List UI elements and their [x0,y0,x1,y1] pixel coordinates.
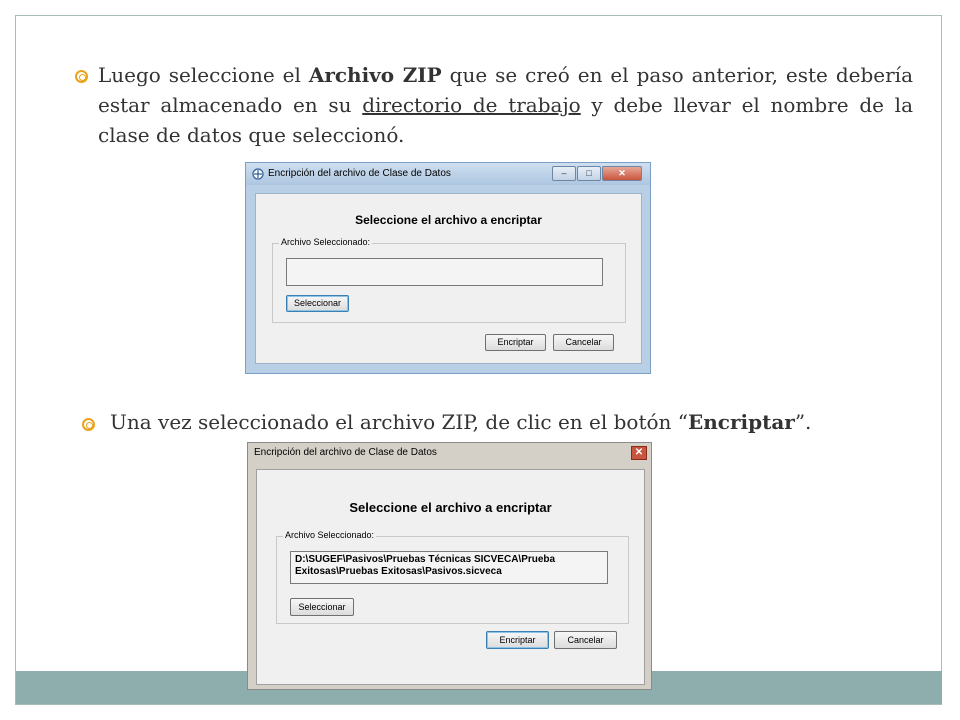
dialog-title: Encripción del archivo de Clase de Datos [268,168,451,179]
dialog-heading: Seleccione el archivo a encriptar [349,500,552,515]
dialog-titlebar: Encripción del archivo de Clase de Datos… [248,443,651,463]
bold-term-encrypt: Encriptar [688,410,795,434]
encrypt-button[interactable]: Encriptar [486,631,549,649]
encryption-dialog-filled: Encripción del archivo de Clase de Datos… [247,442,652,690]
selected-file-field[interactable]: D:\SUGEF\Pasivos\Pruebas Técnicas SICVEC… [290,551,608,584]
dialog-titlebar: Encripción del archivo de Clase de Datos… [246,163,650,185]
dialog-heading: Seleccione el archivo a encriptar [355,213,542,227]
encryption-dialog-empty: Encripción del archivo de Clase de Datos… [245,162,651,374]
bullet-icon [82,418,95,431]
dialog-client-area: Seleccione el archivo a encriptar Archiv… [255,193,642,364]
cancel-button[interactable]: Cancelar [553,334,614,351]
instruction-paragraph-2: Una vez seleccionado el archivo ZIP, de … [110,407,811,437]
bullet-icon [75,70,88,83]
maximize-button[interactable]: □ [577,166,601,181]
group-label: Archivo Seleccionado: [279,237,373,247]
select-button[interactable]: Seleccionar [290,598,354,616]
close-button[interactable]: ✕ [602,166,642,181]
selected-file-field[interactable] [286,258,603,286]
dialog-client-area: Seleccione el archivo a encriptar Archiv… [256,469,645,685]
app-icon [252,168,264,180]
text-segment: Una vez seleccionado el archivo ZIP, de … [110,410,688,434]
text-segment: Luego seleccione el [98,63,309,87]
group-label: Archivo Seleccionado: [283,530,377,540]
close-button[interactable]: ✕ [631,446,647,460]
encrypt-button[interactable]: Encriptar [485,334,546,351]
select-button[interactable]: Seleccionar [286,295,349,312]
bold-term-zip-file: Archivo ZIP [308,63,442,87]
instruction-paragraph-1: Luego seleccione el Archivo ZIP que se c… [98,60,913,150]
selected-file-group: Archivo Seleccionado: D:\SUGEF\Pasivos\P… [276,530,629,624]
dialog-title: Encripción del archivo de Clase de Datos [254,447,437,458]
selected-file-group: Archivo Seleccionado: Seleccionar [272,237,626,323]
underlined-term-working-directory: directorio de trabajo [362,93,581,117]
minimize-button[interactable]: ‒ [552,166,576,181]
text-segment: ”. [794,410,812,434]
cancel-button[interactable]: Cancelar [554,631,617,649]
